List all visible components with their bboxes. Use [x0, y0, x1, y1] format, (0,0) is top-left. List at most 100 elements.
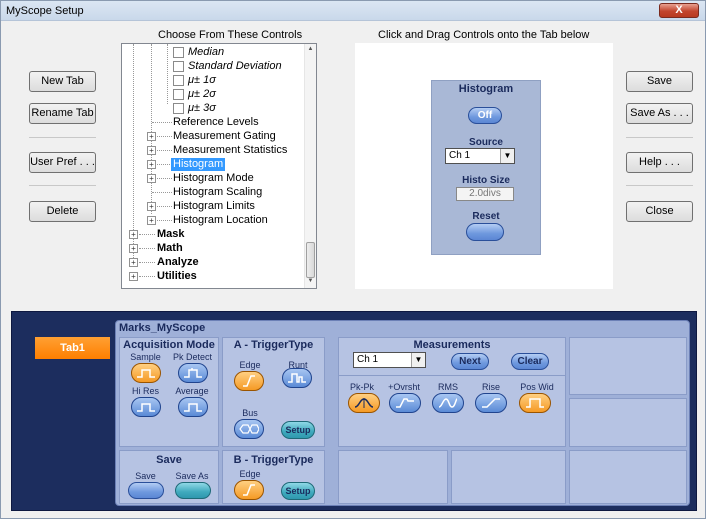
tree-item-label: Math — [157, 242, 183, 254]
expand-icon[interactable]: + — [129, 244, 138, 253]
panel-title: Marks_MyScope — [119, 322, 206, 334]
bus-label: Bus — [242, 408, 258, 418]
marks-myscope-panel: Marks_MyScope Acquisition Mode Sample Pk… — [115, 320, 690, 506]
tree-item-checkbox[interactable] — [173, 103, 184, 114]
expand-icon[interactable]: + — [147, 160, 156, 169]
tree-item-label: Histogram Location — [173, 214, 268, 226]
scroll-up-icon[interactable]: ▲ — [305, 46, 316, 52]
expand-icon[interactable]: + — [147, 132, 156, 141]
empty-slot[interactable] — [451, 450, 566, 504]
tree-scrollbar[interactable]: ▲ ▼ — [304, 44, 316, 288]
reset-label: Reset — [472, 211, 500, 222]
expand-icon[interactable]: + — [129, 272, 138, 281]
rms-measurement-button[interactable] — [432, 393, 464, 413]
tree-item-label: Measurement Gating — [173, 130, 276, 142]
tree-item-label: Measurement Statistics — [173, 144, 288, 156]
measurement-source-dropdown[interactable]: Ch 1 ▼ — [353, 352, 426, 368]
tree-line — [157, 164, 170, 165]
empty-slot[interactable] — [569, 398, 687, 447]
pk-pk-measurement-button[interactable] — [348, 393, 380, 413]
close-button[interactable]: Close — [626, 201, 693, 222]
acquisition-mode-title: Acquisition Mode — [123, 339, 215, 351]
pk-detect-label: Pk Detect — [172, 352, 212, 362]
sample-mode-button[interactable] — [131, 363, 161, 383]
source-label: Source — [469, 137, 503, 148]
divider — [626, 185, 693, 186]
pos-width-icon — [526, 398, 544, 408]
pk-detect-waveform-icon — [184, 368, 202, 378]
empty-slot[interactable] — [338, 450, 448, 504]
user-pref-button[interactable]: User Pref . . . — [29, 152, 96, 173]
window-title: MyScope Setup — [6, 5, 84, 17]
edge-trigger-icon — [243, 484, 255, 496]
rename-tab-button[interactable]: Rename Tab — [29, 103, 96, 124]
expand-icon[interactable]: + — [147, 216, 156, 225]
hi-res-waveform-icon — [137, 403, 155, 412]
a-trigger-type-section: A - TriggerType Edge Runt Bus Setup — [222, 337, 325, 447]
divider — [626, 137, 693, 138]
a-trigger-setup-button[interactable]: Setup — [281, 421, 315, 439]
edge-trigger-button[interactable] — [234, 371, 264, 391]
histogram-off-toggle[interactable]: Off — [468, 107, 502, 124]
save-as-label: Save As — [175, 471, 209, 481]
average-label: Average — [175, 386, 209, 396]
reset-button[interactable] — [466, 223, 504, 241]
rise-measurement-button[interactable] — [475, 393, 507, 413]
expand-icon[interactable]: + — [129, 258, 138, 267]
rms-label: RMS — [438, 382, 458, 392]
scrollbar-thumb[interactable] — [306, 242, 315, 278]
save-button[interactable]: Save — [626, 71, 693, 92]
panel-save-as-button[interactable] — [175, 482, 211, 499]
divider — [29, 185, 96, 186]
tree-item-checkbox[interactable] — [173, 75, 184, 86]
hi-res-mode-button[interactable] — [131, 397, 161, 417]
pk-pk-icon — [354, 398, 374, 408]
tree-item-label: Histogram Scaling — [173, 186, 263, 198]
overshoot-icon — [396, 398, 414, 408]
scroll-down-icon[interactable]: ▼ — [305, 278, 316, 284]
pk-detect-mode-button[interactable] — [178, 363, 208, 383]
tree-line — [151, 44, 152, 214]
help-button[interactable]: Help . . . — [626, 152, 693, 173]
title-bar: MyScope Setup X — [1, 1, 705, 21]
rms-icon — [438, 398, 458, 408]
divider — [339, 375, 565, 376]
tree-item-checkbox[interactable] — [173, 47, 184, 58]
pos-wid-label: Pos Wid — [520, 382, 554, 392]
delete-button[interactable]: Delete — [29, 201, 96, 222]
tab1[interactable]: Tab1 — [35, 337, 110, 359]
tree-line — [139, 276, 155, 277]
window-close-button[interactable]: X — [659, 3, 699, 18]
average-mode-button[interactable] — [178, 397, 208, 417]
empty-slot[interactable] — [569, 337, 687, 395]
runt-trigger-button[interactable] — [282, 368, 312, 388]
tree-item-checkbox[interactable] — [173, 61, 184, 72]
expand-icon[interactable]: + — [129, 230, 138, 239]
chevron-down-icon: ▼ — [411, 353, 425, 367]
b-edge-trigger-button[interactable] — [234, 480, 264, 500]
edge-label: Edge — [239, 469, 261, 479]
save-as-button[interactable]: Save As . . . — [626, 103, 693, 124]
expand-icon[interactable]: + — [147, 202, 156, 211]
empty-slot[interactable] — [569, 450, 687, 504]
histo-size-field[interactable]: 2.0divs — [456, 187, 514, 201]
histogram-control-panel[interactable]: Histogram Off Source Ch 1 ▼ Histo Size 2.… — [431, 80, 541, 255]
pos-wid-measurement-button[interactable] — [519, 393, 551, 413]
measurements-next-button[interactable]: Next — [451, 353, 489, 370]
histogram-panel-title: Histogram — [458, 83, 514, 95]
overshoot-measurement-button[interactable] — [389, 393, 421, 413]
source-dropdown[interactable]: Ch 1 ▼ — [445, 148, 515, 164]
tree-line — [157, 150, 172, 151]
expand-icon[interactable]: + — [147, 146, 156, 155]
rise-label: Rise — [481, 382, 500, 392]
b-trigger-setup-button[interactable]: Setup — [281, 482, 315, 500]
tree-item-label: Mask — [157, 228, 185, 240]
expand-icon[interactable]: + — [147, 174, 156, 183]
new-tab-button[interactable]: New Tab — [29, 71, 96, 92]
panel-save-button[interactable] — [128, 482, 164, 499]
measurements-clear-button[interactable]: Clear — [511, 353, 549, 370]
bus-trigger-button[interactable] — [234, 419, 264, 439]
drag-controls-header: Click and Drag Controls onto the Tab bel… — [378, 29, 590, 41]
tree-item-checkbox[interactable] — [173, 89, 184, 100]
tree-line — [167, 44, 168, 104]
